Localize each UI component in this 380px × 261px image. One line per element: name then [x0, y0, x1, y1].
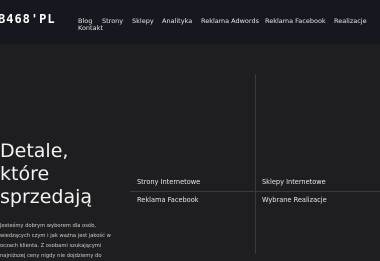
link-sklepy-internetowe[interactable]: Sklepy Internetowe — [262, 178, 326, 186]
nav-realizacje[interactable]: Realizacje — [334, 17, 367, 25]
nav-strony[interactable]: Strony — [102, 17, 123, 25]
grid-divider-vertical — [255, 74, 256, 254]
link-strony-internetowe[interactable]: Strony Internetowe — [137, 178, 200, 186]
nav-kontakt[interactable]: Kontakt — [78, 24, 103, 32]
link-wybrane-realizacje[interactable]: Wybrane Realizacje — [262, 196, 327, 204]
top-navigation-bar: B468'PL Blog Kontakt Strony Sklepy Anali… — [0, 0, 380, 44]
grid-divider-horizontal — [130, 191, 380, 192]
nav-sklepy[interactable]: Sklepy — [132, 17, 154, 25]
nav-reklama-adwords[interactable]: Reklama Adwords — [201, 17, 259, 25]
nav-analityka[interactable]: Analityka — [162, 17, 192, 25]
site-logo[interactable]: B468'PL — [0, 12, 56, 26]
hero-title: Detale, które sprzedają — [0, 140, 93, 208]
nav-reklama-facebook[interactable]: Reklama Facebook — [265, 17, 326, 25]
hero-description: Jesteśmy dobrym wyborem dla osób, wiedzą… — [0, 223, 111, 259]
link-reklama-facebook[interactable]: Reklama Facebook — [137, 196, 199, 204]
